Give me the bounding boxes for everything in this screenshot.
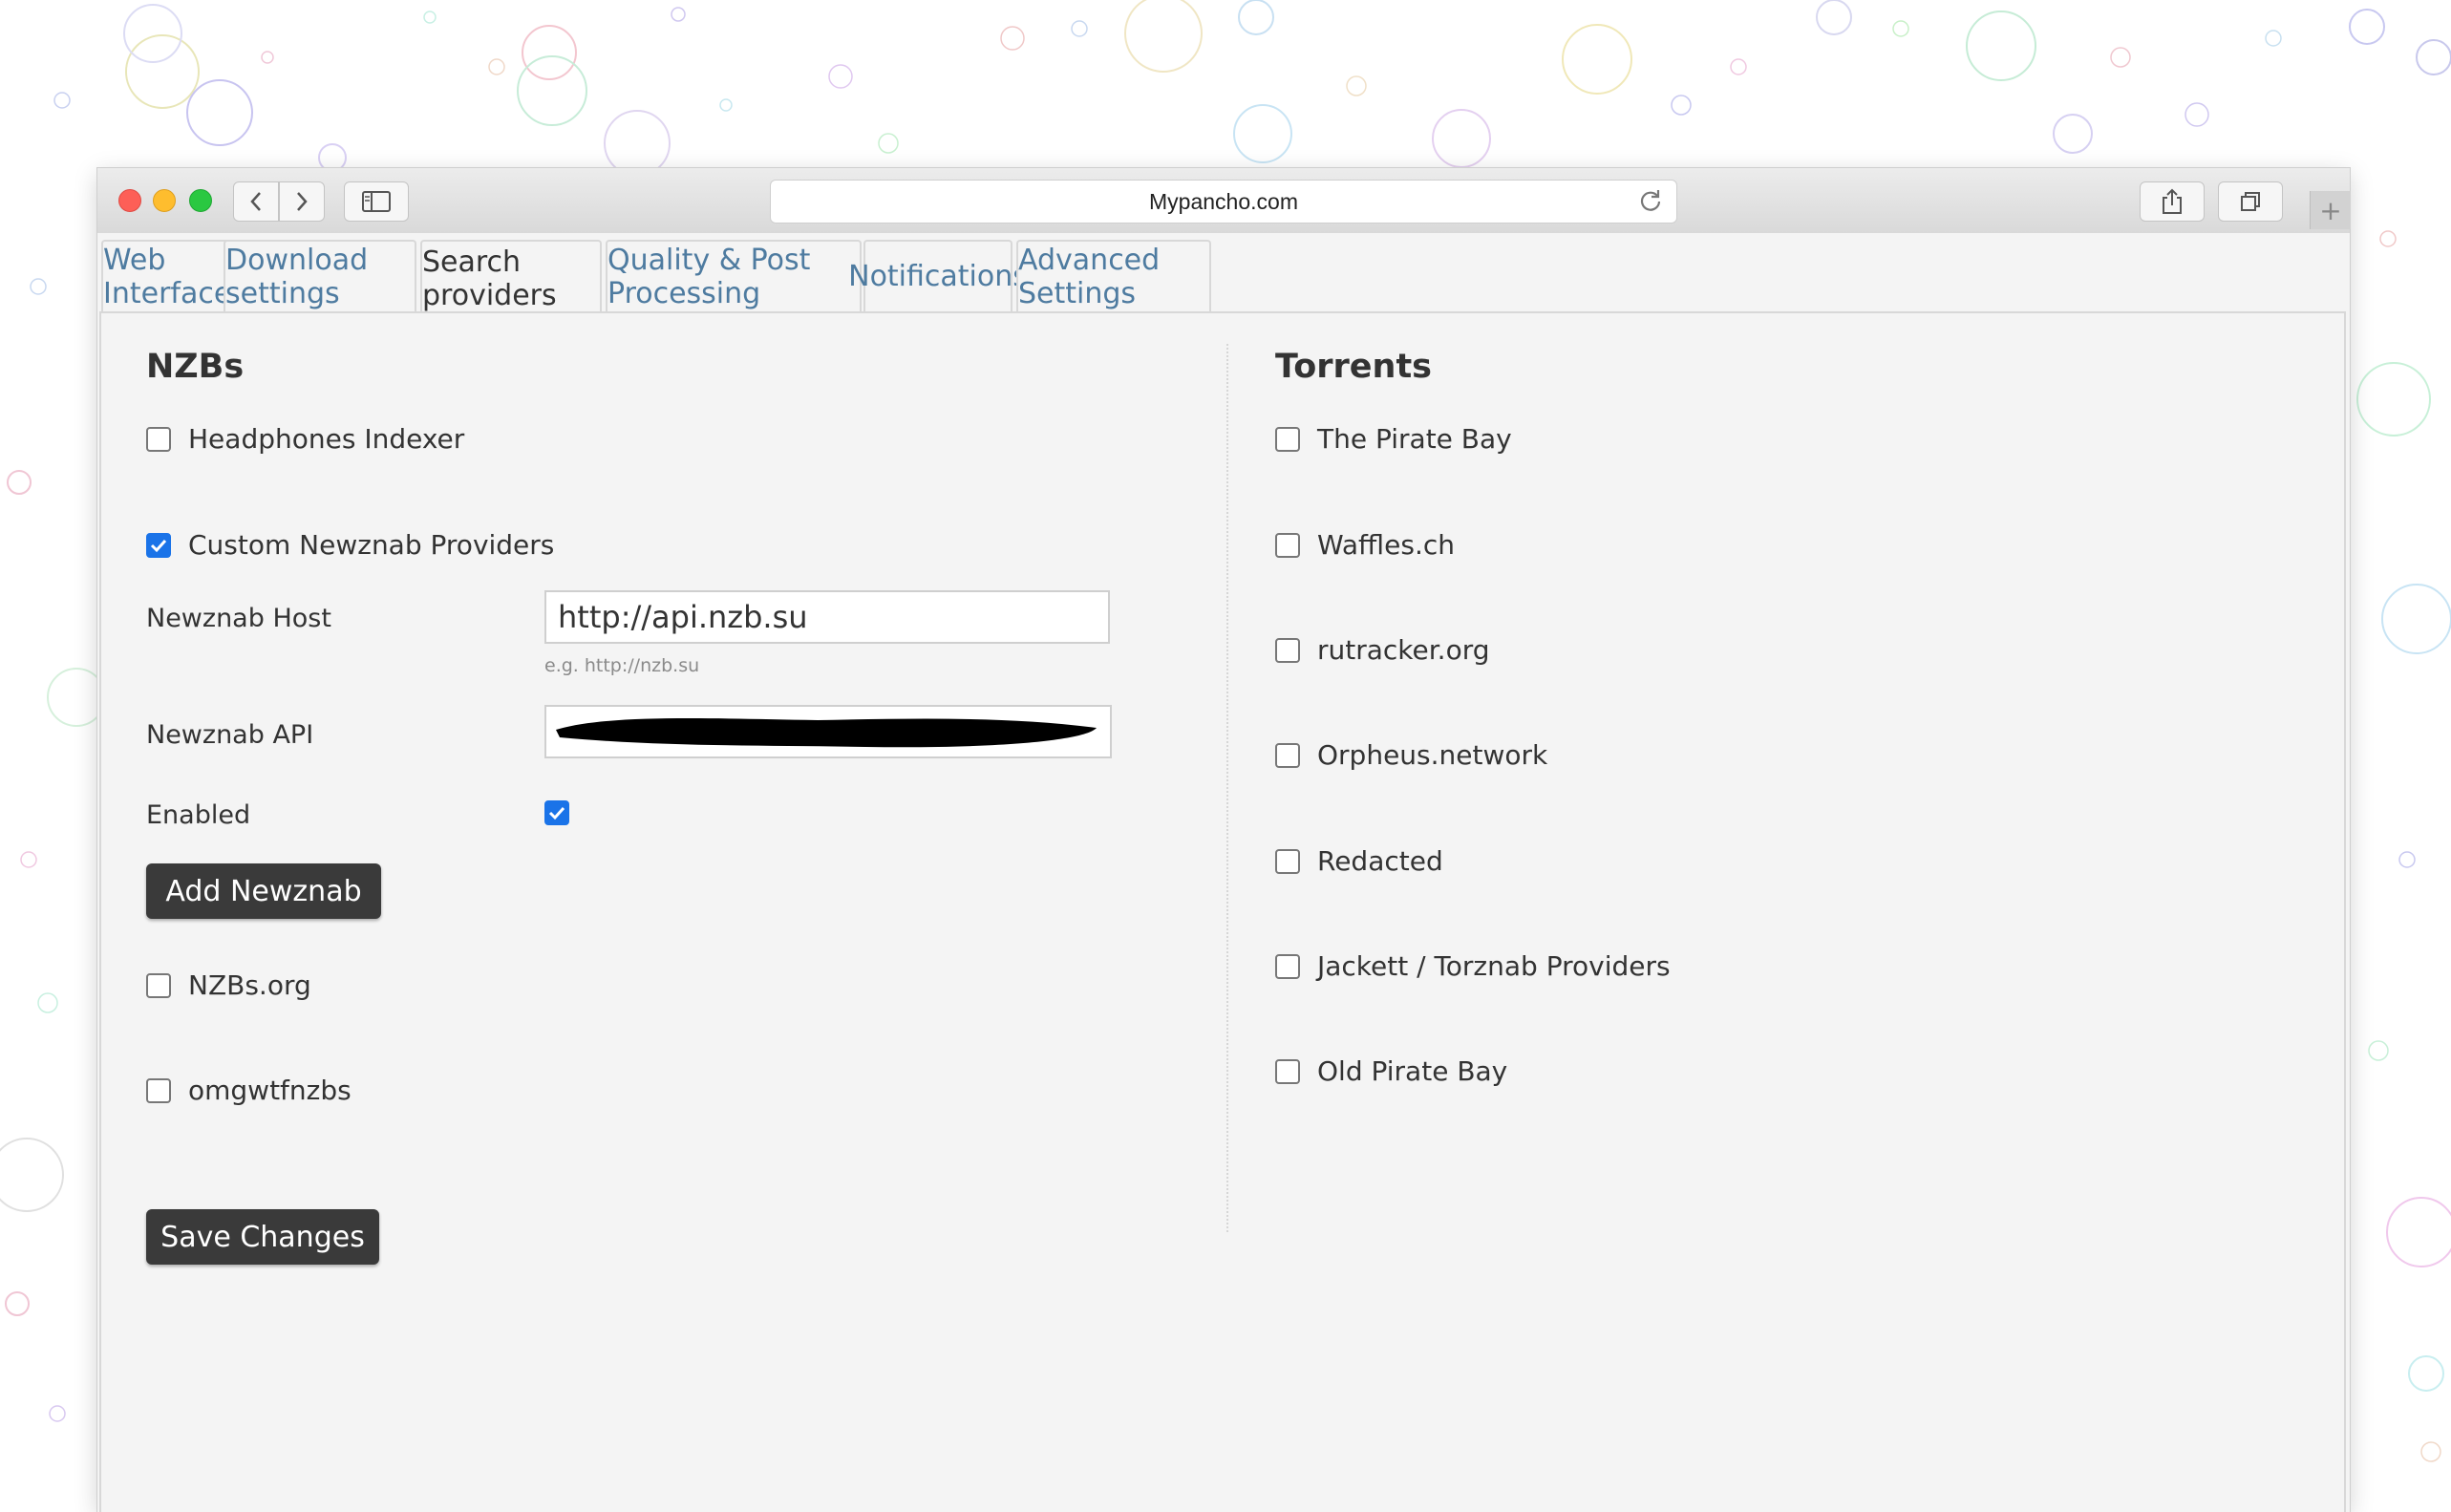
sidebar-toggle-button[interactable]: [344, 181, 409, 222]
maximize-window-button[interactable]: [189, 189, 212, 212]
share-button[interactable]: [2140, 181, 2205, 222]
address-bar[interactable]: Mypancho.com: [770, 180, 1677, 224]
column-divider: [1226, 344, 1228, 1232]
orpheus-checkbox[interactable]: [1275, 742, 1300, 768]
show-tabs-button[interactable]: [2218, 181, 2283, 222]
newznab-host-hint: e.g. http://nzb.su: [544, 655, 700, 676]
torrent-provider-option[interactable]: rutracker.org: [1275, 634, 1490, 666]
headphones-indexer-checkbox[interactable]: [146, 426, 171, 452]
tab-search-providers[interactable]: Search providers: [420, 240, 602, 315]
torrents-heading: Torrents: [1275, 348, 1433, 386]
redaction-scribble: [556, 718, 1097, 748]
enabled-checkbox[interactable]: [544, 800, 569, 825]
torrent-provider-option[interactable]: Redacted: [1275, 845, 1443, 877]
rutracker-checkbox[interactable]: [1275, 637, 1300, 663]
checkmark-icon: [548, 806, 565, 820]
torrent-provider-option[interactable]: Old Pirate Bay: [1275, 1055, 1507, 1087]
chevron-right-icon: [297, 192, 308, 211]
newznab-host-input[interactable]: http://api.nzb.su: [544, 590, 1110, 644]
custom-newznab-option[interactable]: Custom Newznab Providers: [146, 529, 554, 561]
minimize-window-button[interactable]: [153, 189, 176, 212]
waffles-checkbox[interactable]: [1275, 532, 1300, 558]
redacted-checkbox[interactable]: [1275, 848, 1300, 874]
checkmark-icon: [150, 539, 167, 552]
browser-window: Mypancho.com + Web Interface Download se…: [97, 168, 2351, 1512]
back-button[interactable]: [233, 181, 279, 222]
jackett-torznab-checkbox[interactable]: [1275, 953, 1300, 979]
newznab-api-input[interactable]: [544, 705, 1112, 758]
headphones-indexer-option[interactable]: Headphones Indexer: [146, 423, 464, 455]
omgwtfnzbs-checkbox[interactable]: [146, 1077, 171, 1103]
chevron-left-icon: [250, 192, 261, 211]
save-changes-button[interactable]: Save Changes: [146, 1209, 379, 1265]
old-pirate-bay-checkbox[interactable]: [1275, 1058, 1300, 1084]
search-providers-panel: NZBs Headphones Indexer Custom Newznab P…: [99, 311, 2346, 1512]
nzbs-org-option[interactable]: NZBs.org: [146, 969, 311, 1001]
url-text: Mypancho.com: [1149, 188, 1298, 214]
browser-toolbar: Mypancho.com +: [97, 168, 2351, 234]
enabled-label: Enabled: [146, 800, 251, 830]
tab-quality-post-processing[interactable]: Quality & Post Processing: [606, 240, 862, 311]
new-tab-button[interactable]: +: [2310, 191, 2351, 229]
omgwtfnzbs-option[interactable]: omgwtfnzbs: [146, 1075, 352, 1106]
reload-button[interactable]: [1638, 188, 1663, 219]
nzbs-org-checkbox[interactable]: [146, 972, 171, 998]
tab-notifications[interactable]: Notifications: [848, 240, 1028, 311]
the-pirate-bay-checkbox[interactable]: [1275, 426, 1300, 452]
torrent-provider-option[interactable]: Jackett / Torznab Providers: [1275, 950, 1671, 982]
torrent-provider-option[interactable]: Orpheus.network: [1275, 739, 1547, 771]
custom-newznab-checkbox[interactable]: [146, 532, 171, 558]
torrent-provider-option[interactable]: The Pirate Bay: [1275, 423, 1512, 455]
torrent-provider-option[interactable]: Waffles.ch: [1275, 529, 1455, 561]
page-content: Web Interface Download settings Search p…: [97, 233, 2350, 1512]
newznab-host-label: Newznab Host: [146, 604, 331, 633]
sidebar-icon: [362, 191, 391, 212]
newznab-api-label: Newznab API: [146, 720, 314, 750]
add-newznab-button[interactable]: Add Newznab: [146, 863, 381, 919]
reload-icon: [1640, 190, 1661, 211]
plus-icon: +: [2319, 194, 2342, 226]
nzbs-heading: NZBs: [146, 348, 245, 386]
share-icon: [2163, 188, 2182, 214]
close-window-button[interactable]: [118, 189, 141, 212]
tabs-icon: [2241, 192, 2260, 211]
tab-download-settings[interactable]: Download settings: [224, 240, 416, 311]
forward-button[interactable]: [279, 181, 325, 222]
tab-advanced-settings[interactable]: Advanced Settings: [1016, 240, 1211, 311]
